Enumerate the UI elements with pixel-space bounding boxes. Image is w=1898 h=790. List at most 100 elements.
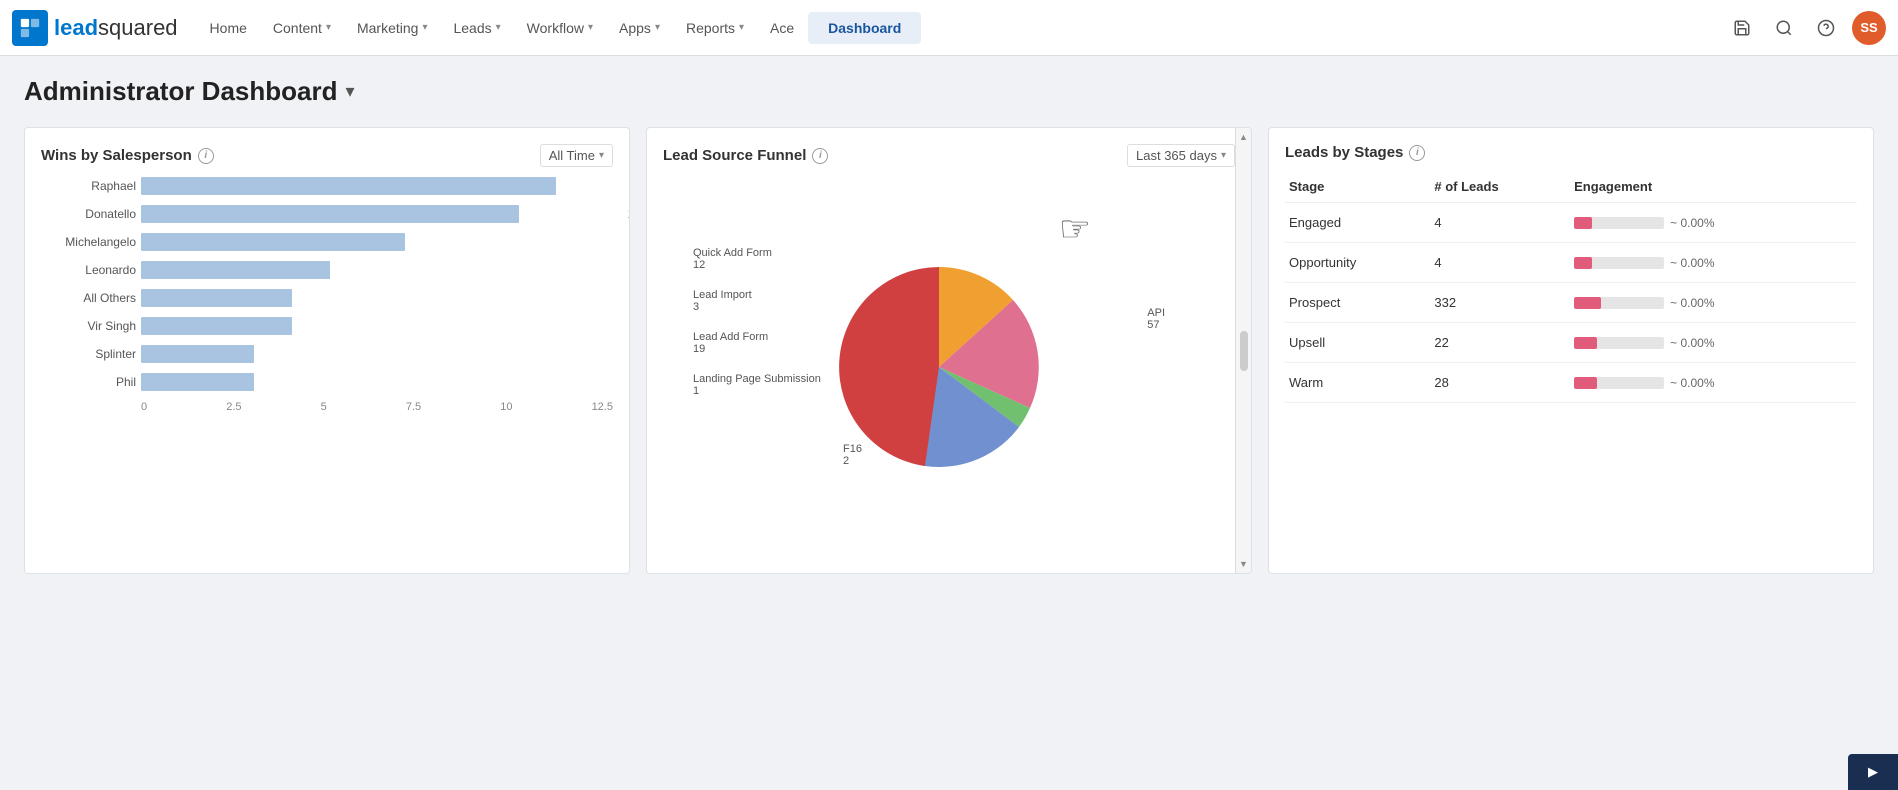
- nav-workflow[interactable]: Workflow ▾: [515, 14, 605, 42]
- engagement-bar-track: [1574, 257, 1664, 269]
- nav-dashboard[interactable]: Dashboard: [808, 12, 921, 44]
- bar-fill: [141, 289, 292, 307]
- bar-track: 11: [141, 177, 613, 195]
- stage-engagement: ~ 0.00%: [1570, 243, 1857, 283]
- pie-label-quick-add: Quick Add Form 12: [693, 247, 821, 271]
- nav-reports[interactable]: Reports ▾: [674, 14, 756, 42]
- engagement-bar-fill: [1574, 217, 1592, 229]
- bar-row: Vir Singh4: [141, 317, 613, 335]
- wins-card: Wins by Salesperson i All Time ▾ Raphael…: [24, 127, 630, 574]
- stages-info-icon[interactable]: i: [1409, 145, 1425, 161]
- help-icon-button[interactable]: [1810, 12, 1842, 44]
- save-icon-button[interactable]: [1726, 12, 1758, 44]
- pie-labels-left: Quick Add Form 12 Lead Import 3 Lead Add…: [693, 247, 821, 397]
- nav-leads[interactable]: Leads ▾: [441, 14, 512, 42]
- logo-icon: [12, 10, 48, 46]
- bar-fill: [141, 261, 330, 279]
- wins-title-row: Wins by Salesperson i: [41, 147, 214, 164]
- pie-label-landing: Landing Page Submission 1: [693, 373, 821, 397]
- stage-leads: 4: [1430, 243, 1570, 283]
- page-title-dropdown[interactable]: ▾: [346, 81, 355, 102]
- wins-filter-dropdown[interactable]: All Time ▾: [540, 144, 613, 167]
- funnel-chart-area: Quick Add Form 12 Lead Import 3 Lead Add…: [663, 177, 1235, 557]
- pie-label-lead-add: Lead Add Form 19: [693, 331, 821, 355]
- scroll-up-arrow[interactable]: ▲: [1239, 132, 1248, 142]
- stages-card: Leads by Stages i Stage # of Leads Engag…: [1268, 127, 1874, 574]
- bar-label: Leonardo: [41, 263, 136, 277]
- nav-items: Home Content ▾ Marketing ▾ Leads ▾ Workf…: [198, 12, 1714, 44]
- engagement-pct: ~ 0.00%: [1670, 376, 1714, 390]
- scroll-bar[interactable]: ▲ ▼: [1235, 128, 1251, 573]
- engagement-pct: ~ 0.00%: [1670, 216, 1714, 230]
- stage-name: Prospect: [1285, 283, 1430, 323]
- stage-leads: 28: [1430, 363, 1570, 403]
- bar-value: 10: [628, 205, 630, 223]
- logo[interactable]: leadsquared: [12, 10, 178, 46]
- pie-label-lead-import: Lead Import 3: [693, 289, 821, 313]
- bar-label: All Others: [41, 291, 136, 305]
- bar-row: Leonardo5: [141, 261, 613, 279]
- engagement-bar-track: [1574, 297, 1664, 309]
- bar-track: 5: [141, 261, 613, 279]
- stage-name: Engaged: [1285, 203, 1430, 243]
- nav-apps[interactable]: Apps ▾: [607, 14, 672, 42]
- table-row: Warm28~ 0.00%: [1285, 363, 1857, 403]
- bar-track: 4: [141, 289, 613, 307]
- col-leads: # of Leads: [1430, 171, 1570, 203]
- nav-ace[interactable]: Ace: [758, 14, 806, 42]
- bar-track: 7: [141, 233, 613, 251]
- bar-chart: Raphael11Donatello10Michelangelo7Leonard…: [41, 177, 613, 443]
- nav-content[interactable]: Content ▾: [261, 14, 343, 42]
- funnel-card-title: Lead Source Funnel: [663, 147, 806, 164]
- scroll-thumb[interactable]: [1240, 331, 1248, 371]
- stages-card-header: Leads by Stages i: [1285, 144, 1857, 161]
- scroll-down-arrow[interactable]: ▼: [1239, 559, 1248, 569]
- stage-leads: 332: [1430, 283, 1570, 323]
- bar-label: Vir Singh: [41, 319, 136, 333]
- bar-track: 3: [141, 345, 613, 363]
- nav-right: SS: [1726, 11, 1886, 45]
- stage-leads: 22: [1430, 323, 1570, 363]
- funnel-info-icon[interactable]: i: [812, 148, 828, 164]
- stage-leads: 4: [1430, 203, 1570, 243]
- stage-engagement: ~ 0.00%: [1570, 363, 1857, 403]
- bar-chart-area: Raphael11Donatello10Michelangelo7Leonard…: [41, 177, 613, 443]
- funnel-filter-dropdown[interactable]: Last 365 days ▾: [1127, 144, 1235, 167]
- bar-row: Splinter3: [141, 345, 613, 363]
- funnel-card: Lead Source Funnel i Last 365 days ▾ ☞ Q…: [646, 127, 1252, 574]
- stage-engagement: ~ 0.00%: [1570, 283, 1857, 323]
- funnel-title-row: Lead Source Funnel i: [663, 147, 828, 164]
- engagement-pct: ~ 0.00%: [1670, 296, 1714, 310]
- bar-fill: [141, 373, 254, 391]
- col-engagement: Engagement: [1570, 171, 1857, 203]
- user-avatar[interactable]: SS: [1852, 11, 1886, 45]
- stage-engagement: ~ 0.00%: [1570, 323, 1857, 363]
- bar-label: Michelangelo: [41, 235, 136, 249]
- page-content: Administrator Dashboard ▾ Wins by Salesp…: [0, 56, 1898, 594]
- stages-title-row: Leads by Stages i: [1285, 144, 1425, 161]
- stage-engagement: ~ 0.00%: [1570, 203, 1857, 243]
- nav-marketing[interactable]: Marketing ▾: [345, 14, 440, 42]
- wins-card-title: Wins by Salesperson: [41, 147, 192, 164]
- bar-label: Phil: [41, 375, 136, 389]
- bar-fill: [141, 205, 519, 223]
- bar-row: Michelangelo7: [141, 233, 613, 251]
- bar-fill: [141, 317, 292, 335]
- engagement-bar-fill: [1574, 297, 1601, 309]
- table-row: Upsell22~ 0.00%: [1285, 323, 1857, 363]
- pie-chart-svg: [839, 267, 1039, 467]
- nav-home[interactable]: Home: [198, 14, 259, 42]
- pie-label-f16: F16 2: [843, 443, 862, 467]
- navbar: leadsquared Home Content ▾ Marketing ▾ L…: [0, 0, 1898, 56]
- bar-label: Splinter: [41, 347, 136, 361]
- search-icon-button[interactable]: [1768, 12, 1800, 44]
- bar-row: Raphael11: [141, 177, 613, 195]
- bar-track: 10: [141, 205, 613, 223]
- wins-info-icon[interactable]: i: [198, 148, 214, 164]
- stage-name: Upsell: [1285, 323, 1430, 363]
- bar-track: 3: [141, 373, 613, 391]
- engagement-pct: ~ 0.00%: [1670, 256, 1714, 270]
- bar-fill: [141, 345, 254, 363]
- bar-row: Phil3: [141, 373, 613, 391]
- logo-text: leadsquared: [54, 15, 178, 41]
